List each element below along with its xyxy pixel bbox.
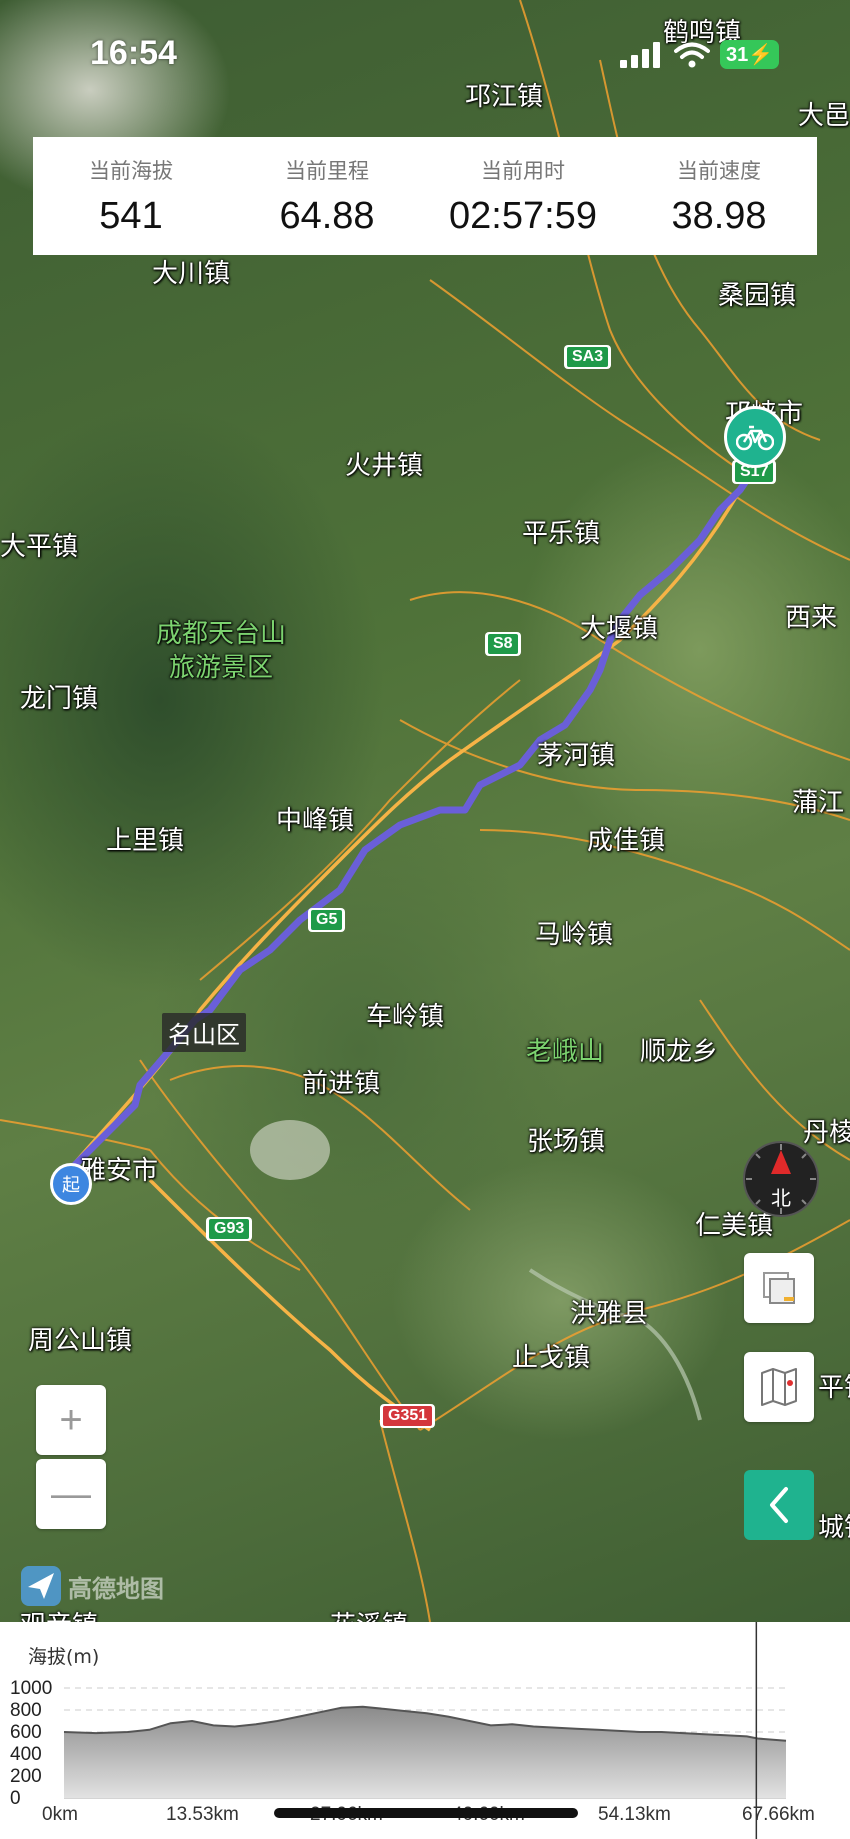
folded-map-icon xyxy=(761,1368,797,1406)
home-indicator[interactable] xyxy=(274,1808,578,1818)
place-label: 火井镇 xyxy=(345,451,424,481)
layers-icon xyxy=(763,1272,795,1304)
battery-indicator: 31⚡ xyxy=(720,40,780,69)
place-label: 张场镇 xyxy=(527,1127,606,1157)
zoom-out-button[interactable]: — xyxy=(36,1459,106,1529)
place-label: 大平镇 xyxy=(0,532,79,562)
highway-shield: SA3 xyxy=(564,345,612,369)
mountain-label: 老峨山 xyxy=(526,1037,605,1067)
district-label: 名山区 xyxy=(162,1013,246,1052)
zoom-in-button[interactable]: + xyxy=(36,1385,106,1455)
stat-value: 541 xyxy=(99,194,163,237)
stat-label: 当前海拔 xyxy=(89,158,173,183)
map-logo-text: 高德地图 xyxy=(68,1574,164,1603)
status-time: 16:54 xyxy=(90,34,177,72)
place-label: 平乐镇 xyxy=(522,519,601,549)
place-label: 花溪镇 xyxy=(330,1605,408,1622)
place-label: 大堰镇 xyxy=(580,614,659,644)
stat-label: 当前用时 xyxy=(481,158,565,183)
charging-icon: ⚡ xyxy=(748,44,774,66)
place-label: 大川镇 xyxy=(152,259,231,289)
x-tick: 54.13km xyxy=(598,1804,671,1825)
amap-logo-icon xyxy=(21,1566,61,1606)
elevation-area xyxy=(64,1706,786,1798)
stat-speed: 当前速度 38.98 xyxy=(621,155,817,238)
battery-level: 31 xyxy=(726,44,749,66)
stat-label: 当前速度 xyxy=(677,158,761,183)
place-label: 车岭镇 xyxy=(366,1002,445,1032)
stat-duration: 当前用时 02:57:59 xyxy=(425,155,621,238)
x-tick: 13.53km xyxy=(166,1804,239,1825)
place-label: 成佳镇 xyxy=(587,826,666,856)
place-label: 西来 xyxy=(785,603,838,633)
highway-shield: S8 xyxy=(485,632,521,656)
place-label: 城镇 xyxy=(818,1513,850,1543)
stat-altitude: 当前海拔 541 xyxy=(33,155,229,238)
place-label: 大邑 xyxy=(798,101,850,131)
scenic-area-label: 成都天台山 旅游景区 xyxy=(156,619,287,683)
place-label: 平镇 xyxy=(818,1373,850,1403)
x-tick: 0km xyxy=(42,1804,78,1825)
stat-value: 02:57:59 xyxy=(449,194,597,237)
place-label: 龙门镇 xyxy=(20,684,99,714)
ride-stats-card: 当前海拔 541 当前里程 64.88 当前用时 02:57:59 当前速度 3… xyxy=(33,137,817,255)
place-label: 茅河镇 xyxy=(537,741,616,771)
highway-shield: G5 xyxy=(308,908,346,932)
wifi-icon xyxy=(674,42,710,67)
map-type-button[interactable] xyxy=(744,1352,814,1422)
place-label: 邛江镇 xyxy=(465,82,544,112)
highway-shield: G93 xyxy=(206,1217,253,1241)
highway-shield: G351 xyxy=(380,1404,436,1428)
place-label: 顺龙乡 xyxy=(640,1037,719,1067)
bicycle-icon xyxy=(736,425,774,451)
end-marker[interactable] xyxy=(724,406,786,468)
status-icons: 31⚡ xyxy=(620,40,780,69)
collapse-panel-button[interactable] xyxy=(744,1470,814,1540)
chevron-left-icon xyxy=(770,1487,788,1523)
place-label: 前进镇 xyxy=(302,1069,381,1099)
start-marker[interactable]: 起 xyxy=(50,1163,92,1205)
place-label: 桑园镇 xyxy=(718,281,797,311)
stat-distance: 当前里程 64.88 xyxy=(229,155,425,238)
place-label: 中峰镇 xyxy=(276,806,355,836)
place-label: 止戈镇 xyxy=(512,1343,591,1373)
elevation-chart xyxy=(63,1622,787,1839)
place-label: 周公山镇 xyxy=(28,1326,133,1356)
place-label: 蒲江 xyxy=(792,788,845,818)
place-label: 上里镇 xyxy=(106,826,185,856)
place-label: 洪雅县 xyxy=(570,1299,649,1329)
stat-value: 64.88 xyxy=(279,194,375,237)
place-label: 观音镇 xyxy=(20,1605,98,1622)
map-logo: 高德地图 xyxy=(20,1565,164,1607)
stat-label: 当前里程 xyxy=(285,158,369,183)
x-tick: 67.66km xyxy=(742,1804,815,1825)
elevation-panel[interactable]: 海拔(m) 1000 800 600 400 200 0 0km 13.53km… xyxy=(0,1622,850,1839)
signal-icon xyxy=(620,41,660,68)
stat-value: 38.98 xyxy=(671,194,767,237)
layers-button[interactable] xyxy=(744,1253,814,1323)
place-label: 马岭镇 xyxy=(535,920,614,950)
compass-label: 北 xyxy=(771,1186,791,1210)
compass[interactable]: 北 xyxy=(742,1140,820,1218)
